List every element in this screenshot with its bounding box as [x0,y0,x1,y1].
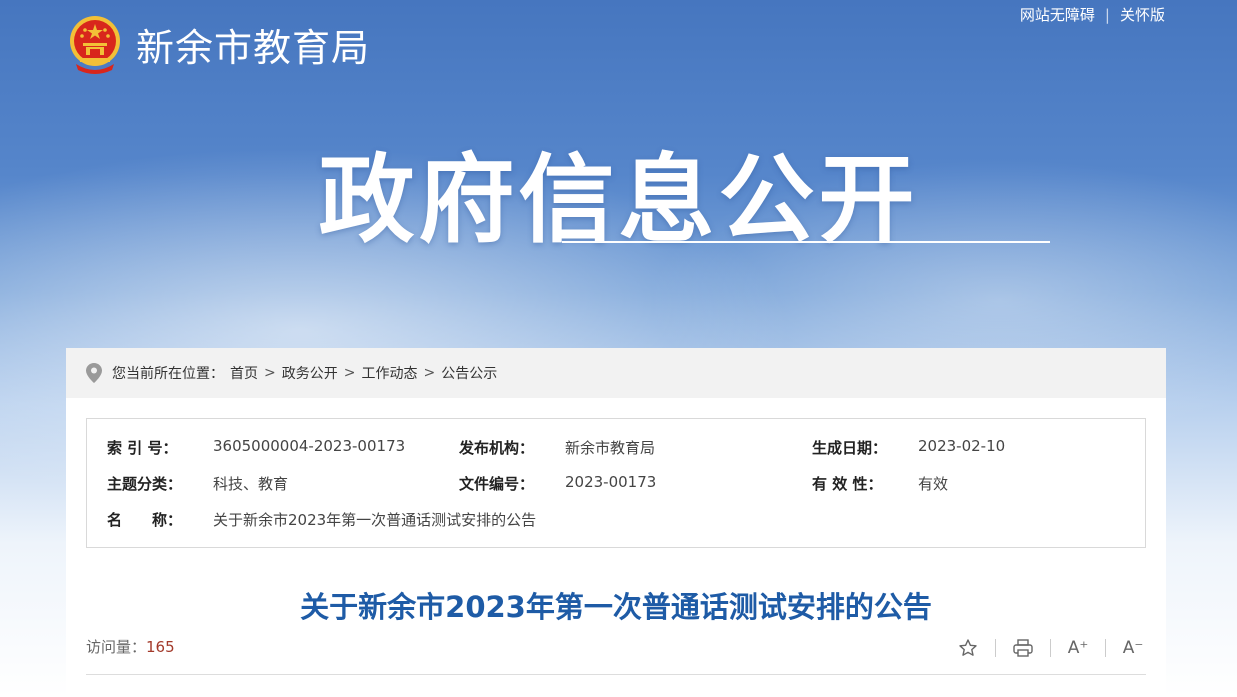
validity-value: 有效 [918,475,949,493]
font-decrease-button[interactable]: A⁻ [1120,636,1146,660]
metadata-row-2: 主题分类： 科技、教育 文件编号： 2023-00173 有 效 性： 有效 [87,473,1145,497]
date-label: 生成日期： [812,439,888,457]
visit-count: 165 [146,638,175,656]
docno-label: 文件编号： [459,475,535,493]
site-logo[interactable]: 新余市教育局 [66,14,370,74]
name-label: 名 称： [107,511,183,529]
validity-label: 有 效 性： [812,475,883,493]
banner-underline [562,241,1050,243]
content-divider [86,674,1146,675]
site-name: 新余市教育局 [136,25,371,70]
content-panel: 您当前所在位置： 首页 > 政务公开 > 工作动态 > 公告公示 索 引 号： … [66,348,1166,697]
accessibility-link[interactable]: 网站无障碍 [1020,4,1095,25]
top-utility-bar: 网站无障碍 | 关怀版 [1020,4,1165,25]
breadcrumb-arrow: > [343,365,356,381]
visit-counter: 访问量：165 [86,636,175,657]
article-tools: A⁺ A⁻ [955,636,1146,660]
printer-icon [1013,639,1033,657]
tool-divider [995,639,996,657]
name-value: 关于新余市2023年第一次普通话测试安排的公告 [213,511,537,529]
document-title: 关于新余市2023年第一次普通话测试安排的公告 [300,590,932,624]
print-button[interactable] [1010,636,1036,660]
publisher-label: 发布机构： [459,439,535,457]
breadcrumb-item-work-news[interactable]: 工作动态 [361,363,417,383]
visit-label: 访问量： [86,638,147,656]
topic-value: 科技、教育 [213,475,289,493]
metadata-row-1: 索 引 号： 3605000004-2023-00173 发布机构： 新余市教育… [87,437,1145,461]
favorite-button[interactable] [955,636,981,660]
topic-label: 主题分类： [107,475,183,493]
publisher-value: 新余市教育局 [565,439,656,457]
breadcrumb: 您当前所在位置： 首页 > 政务公开 > 工作动态 > 公告公示 [66,348,1166,398]
tool-divider [1050,639,1051,657]
document-metadata-box: 索 引 号： 3605000004-2023-00173 发布机构： 新余市教育… [86,418,1146,548]
star-icon [959,639,977,656]
date-value: 2023-02-10 [918,437,1006,455]
metadata-row-3: 名 称： 关于新余市2023年第一次普通话测试安排的公告 [87,509,1145,533]
topbar-separator: | [1104,5,1110,24]
font-increase-button[interactable]: A⁺ [1065,636,1091,660]
docno-value: 2023-00173 [565,473,657,491]
national-emblem-icon [70,16,120,74]
breadcrumb-item-home[interactable]: 首页 [230,363,258,383]
care-mode-link[interactable]: 关怀版 [1120,4,1165,25]
tool-divider [1105,639,1106,657]
breadcrumb-item-notices[interactable]: 公告公示 [441,363,497,383]
index-value: 3605000004-2023-00173 [213,437,406,455]
breadcrumb-item-gov-affairs[interactable]: 政务公开 [282,363,338,383]
index-label: 索 引 号： [107,439,178,457]
breadcrumb-arrow: > [264,365,276,381]
breadcrumb-prefix: 您当前所在位置： [112,366,224,382]
breadcrumb-arrow: > [423,365,436,381]
location-pin-icon [86,363,102,383]
